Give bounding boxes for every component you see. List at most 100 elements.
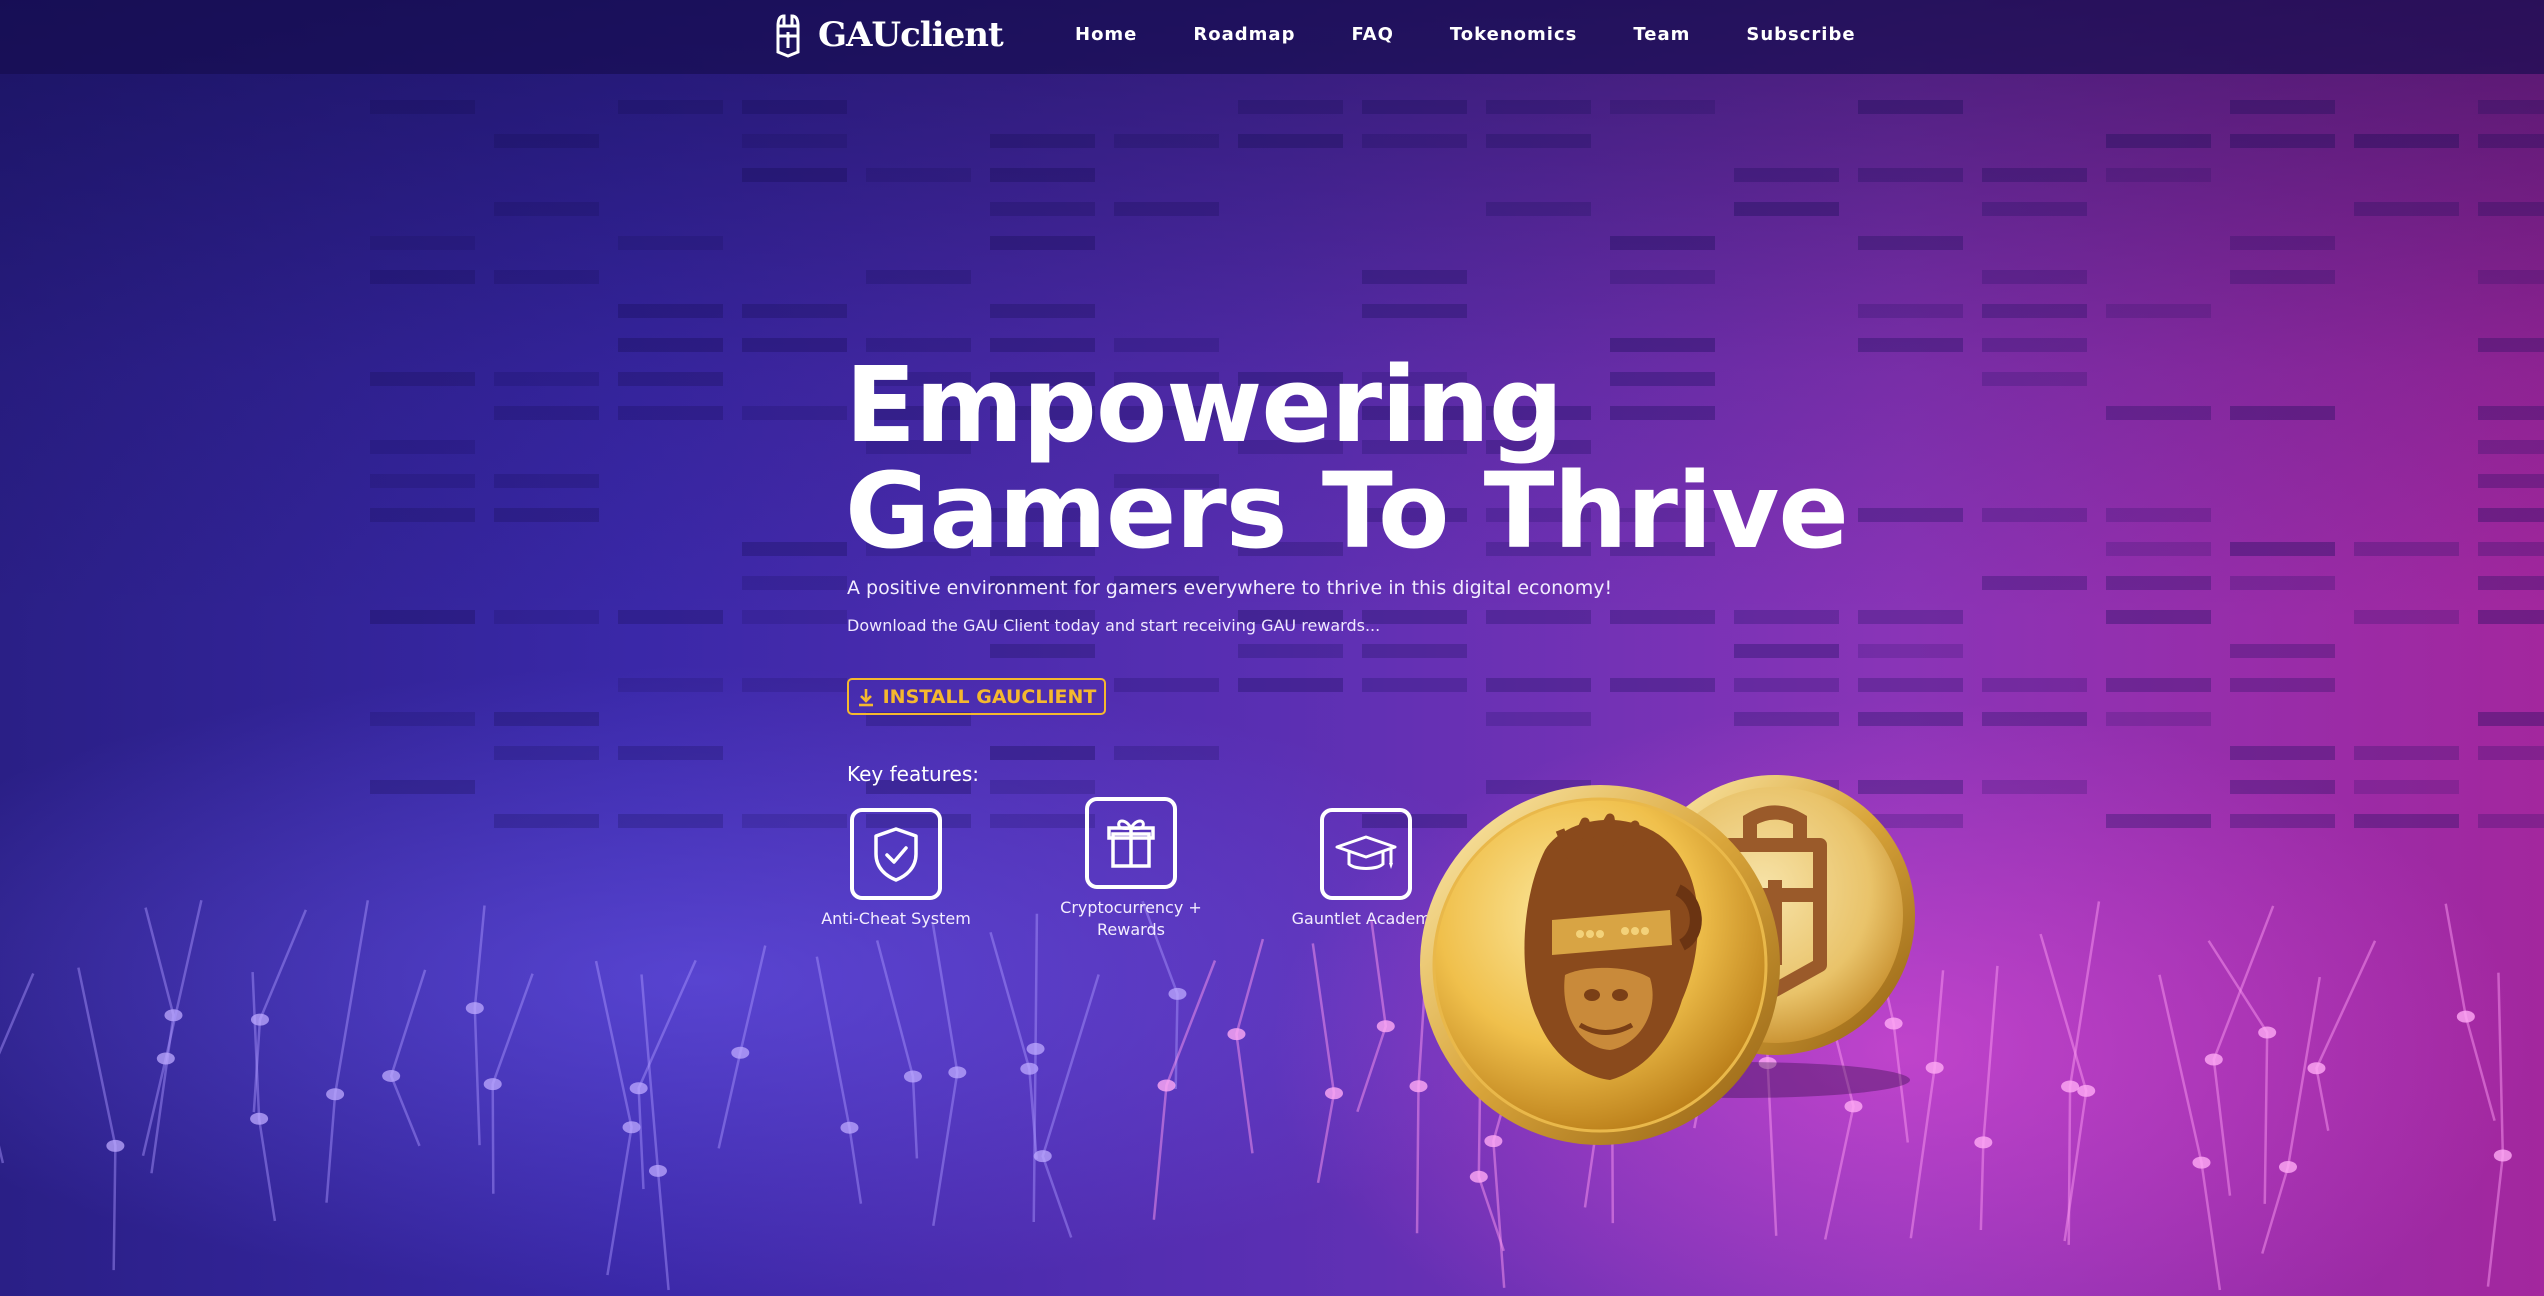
background-grid-cell [1610, 270, 1715, 284]
circuit-node [483, 1078, 502, 1091]
feature-anti-cheat: Anti-Cheat System [796, 808, 996, 930]
circuit-trace [251, 972, 277, 1222]
background-grid-cell [1114, 678, 1219, 692]
background-grid-cell [1486, 678, 1591, 692]
feature-cryptocurrency-rewards: Cryptocurrency + Rewards [1031, 797, 1231, 941]
background-grid-cell [1610, 610, 1715, 624]
background-grid-cell [1114, 134, 1219, 148]
background-grid-cell [742, 542, 847, 556]
background-grid-cell [370, 508, 475, 522]
circuit-trace [815, 956, 863, 1204]
nav-team[interactable]: Team [1633, 24, 1690, 45]
background-grid-cell [2478, 134, 2544, 148]
background-grid-cell [2106, 712, 2211, 726]
nav-home[interactable]: Home [1075, 24, 1137, 45]
background-grid-cell [1858, 338, 1963, 352]
circuit-trace [0, 973, 35, 1164]
background-grid-cell [990, 644, 1095, 658]
background-grid-cell [1858, 100, 1963, 114]
background-grid-cell [494, 508, 599, 522]
background-grid-cell [2106, 576, 2211, 590]
background-grid-cell [1362, 134, 1467, 148]
background-grid-cell [1610, 678, 1715, 692]
background-grid-cell [1734, 712, 1839, 726]
feature-icon-box [1085, 797, 1177, 889]
background-grid-cell [1238, 644, 1343, 658]
background-grid-cell [618, 372, 723, 386]
background-grid-cell [370, 100, 475, 114]
background-grid-cell [2230, 746, 2335, 760]
brand-logo[interactable]: GAUclient [770, 12, 1004, 58]
nav-tokenomics[interactable]: Tokenomics [1450, 24, 1577, 45]
background-grid-cell [494, 746, 599, 760]
background-grid-cell [1486, 100, 1591, 114]
nav-faq[interactable]: FAQ [1351, 24, 1393, 45]
feature-icon-box [850, 808, 942, 900]
circuit-trace [1311, 943, 1336, 1184]
circuit-node [326, 1088, 345, 1101]
circuit-trace [491, 973, 534, 1194]
background-grid-cell [2354, 202, 2459, 216]
circuit-trace [1235, 938, 1265, 1154]
background-grid-cell [742, 678, 847, 692]
background-grid-cell [2106, 678, 2211, 692]
circuit-trace [594, 960, 633, 1276]
background-grid-cell [2478, 576, 2544, 590]
background-grid-cell [1734, 202, 1839, 216]
circuit-node [1026, 1042, 1045, 1055]
background-grid-cell [742, 100, 847, 114]
background-grid-cell [2106, 304, 2211, 318]
background-grid-cell [2354, 780, 2459, 794]
background-grid-cell [618, 814, 723, 828]
nav-subscribe[interactable]: Subscribe [1746, 24, 1855, 45]
graduation-cap-icon [1335, 835, 1397, 870]
background-grid-cell [742, 338, 847, 352]
circuit-trace [2158, 974, 2222, 1291]
background-grid-cell [742, 576, 847, 590]
circuit-node [164, 1009, 183, 1022]
circuit-trace [2261, 976, 2322, 1254]
background-grid-cell [1734, 644, 1839, 658]
circuit-node [2258, 1026, 2277, 1039]
background-grid-cell [2230, 678, 2335, 692]
background-grid-cell [370, 474, 475, 488]
circuit-trace [1152, 960, 1217, 1220]
background-grid-cell [1610, 100, 1715, 114]
key-features-heading: Key features: [847, 762, 979, 786]
circuit-trace [2212, 905, 2275, 1196]
circuit-trace [325, 900, 370, 1203]
background-grid-cell [990, 304, 1095, 318]
background-grid-cell [742, 168, 847, 182]
background-grid-cell [990, 780, 1095, 794]
hero-title-line-2: Gamers To Thrive [845, 450, 1849, 572]
background-grid-cell [370, 712, 475, 726]
background-grid-cell [370, 270, 475, 284]
background-grid-cell [2106, 508, 2211, 522]
background-grid-cell [1858, 236, 1963, 250]
hero-subtitle: A positive environment for gamers everyw… [847, 577, 1613, 599]
background-grid-cell [1982, 576, 2087, 590]
circuit-node [648, 1164, 667, 1177]
background-grid-cell [494, 202, 599, 216]
circuit-trace [2067, 901, 2101, 1245]
background-grid-cell [1362, 100, 1467, 114]
gau-logo-icon [776, 14, 800, 58]
circuit-trace [1979, 965, 1999, 1231]
background-grid-cell [1114, 746, 1219, 760]
shield-check-icon [874, 827, 918, 882]
background-grid-cell [2478, 270, 2544, 284]
background-grid-cell [2106, 134, 2211, 148]
brand-name: GAUclient [818, 15, 1004, 55]
background-grid-cell [2230, 406, 2335, 420]
circuit-trace [77, 967, 117, 1271]
install-gauclient-button[interactable]: INSTALL GAUCLIENT [847, 678, 1106, 715]
nav-roadmap[interactable]: Roadmap [1193, 24, 1295, 45]
circuit-node [2077, 1084, 2096, 1097]
circuit-node [382, 1069, 401, 1082]
background-grid-cell [1734, 610, 1839, 624]
circuit-node [731, 1046, 750, 1059]
background-grid-cell [2354, 610, 2459, 624]
background-grid-cell [2230, 576, 2335, 590]
background-grid-cell [1238, 100, 1343, 114]
gau-coins-illustration [1420, 775, 1915, 1145]
